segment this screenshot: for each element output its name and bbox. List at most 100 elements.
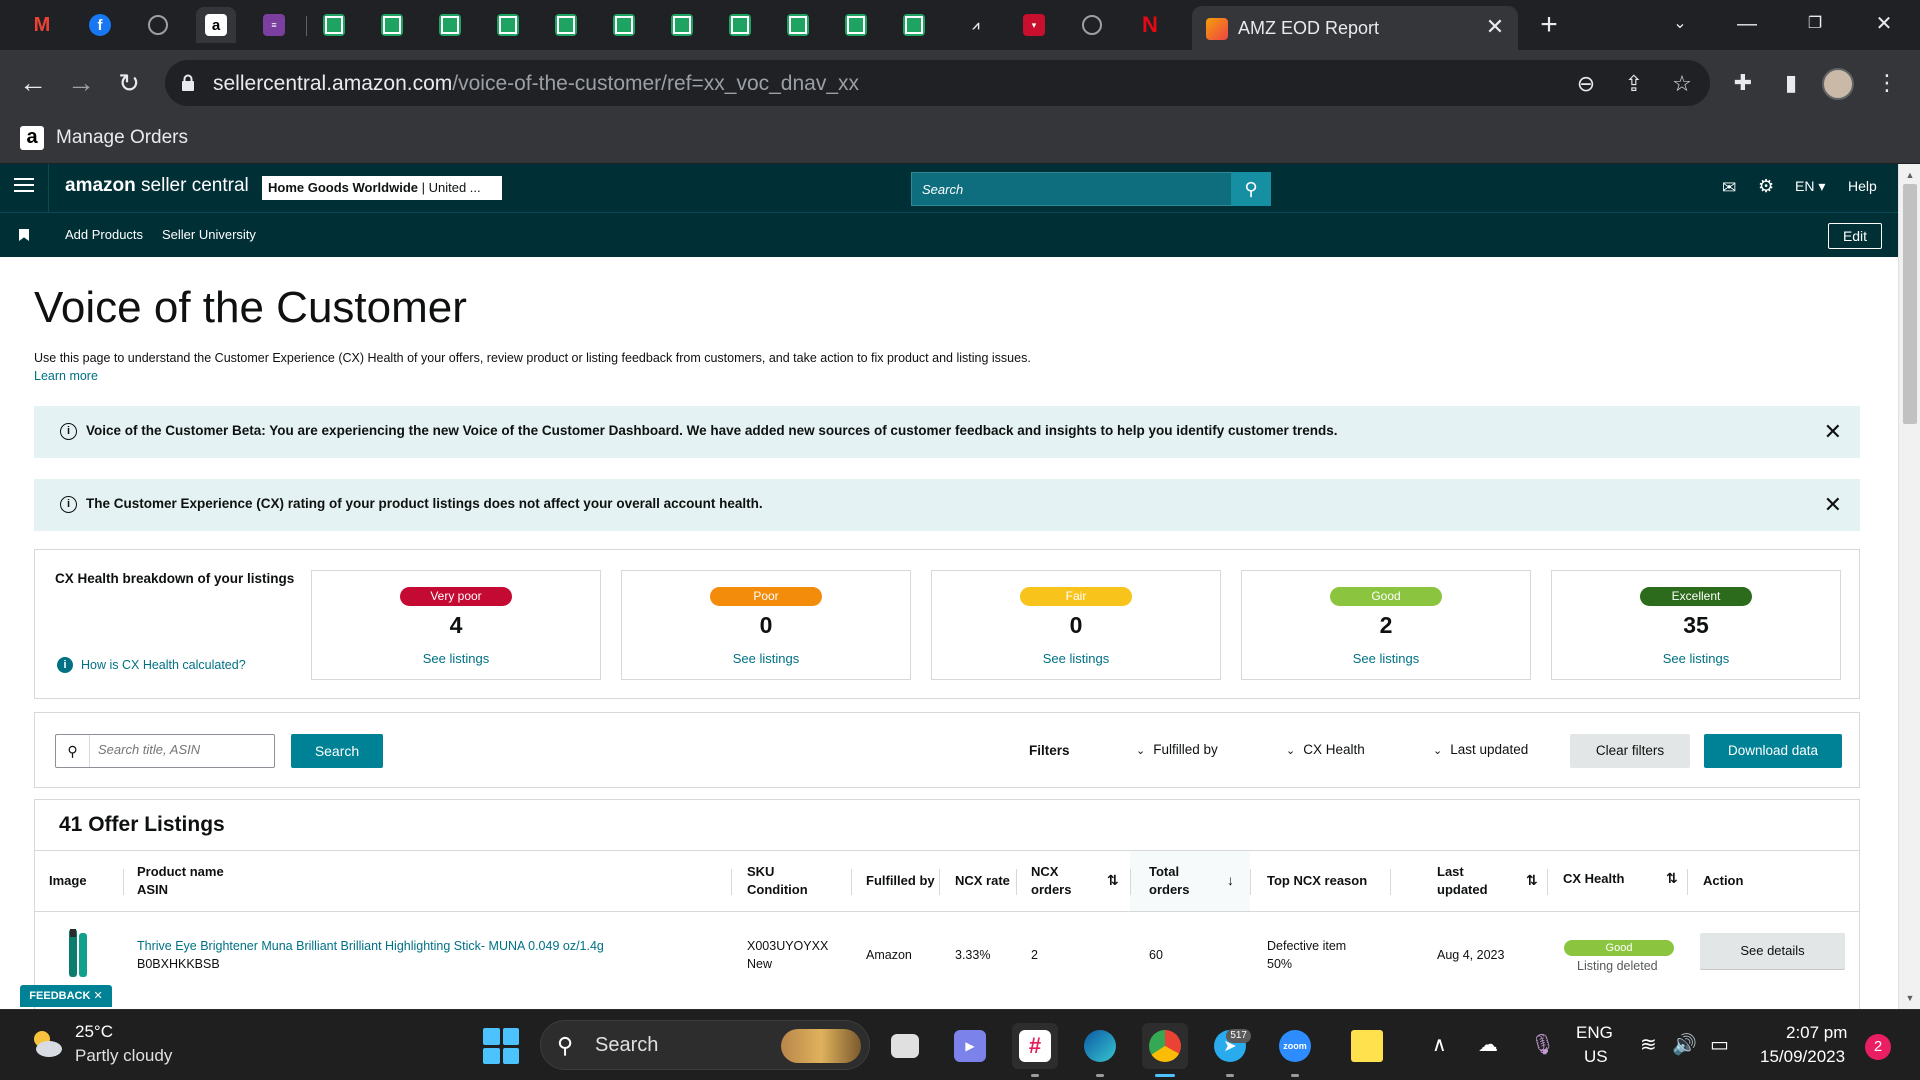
clock-date[interactable]: 15/09/2023 xyxy=(1760,1047,1845,1067)
learn-more-link[interactable]: Learn more xyxy=(34,369,98,383)
sheets-tab[interactable] xyxy=(720,7,760,43)
col-last-updated[interactable]: Last updated xyxy=(1437,863,1488,899)
amazon-tab[interactable]: a xyxy=(196,7,236,43)
profile-avatar[interactable] xyxy=(1822,68,1854,100)
volume-icon[interactable]: 🔊 xyxy=(1672,1032,1697,1057)
sticky-notes-app[interactable] xyxy=(1344,1023,1390,1069)
sheets-tab[interactable] xyxy=(836,7,876,43)
tab-search-icon[interactable]: ⌄ xyxy=(1660,6,1700,42)
forward-icon[interactable]: → xyxy=(64,66,98,100)
language-region[interactable]: US xyxy=(1584,1047,1608,1067)
language-selector[interactable]: EN ▾ xyxy=(1795,178,1825,195)
extensions-icon[interactable]: ✚ xyxy=(1726,66,1760,100)
page-scrollbar[interactable]: ▲ ▼ xyxy=(1898,164,1920,1009)
reload-icon[interactable]: ↻ xyxy=(112,66,146,100)
download-data-button[interactable]: Download data xyxy=(1704,734,1842,768)
see-listings-link[interactable]: See listings xyxy=(1242,651,1530,666)
scroll-up-icon[interactable]: ▲ xyxy=(1899,166,1920,184)
current-tab[interactable]: AMZ EOD Report ✕ xyxy=(1192,6,1518,50)
edge-app[interactable] xyxy=(1077,1023,1123,1069)
microphone-icon[interactable]: 🎙 xyxy=(1530,1032,1555,1057)
sort-desc-icon[interactable]: ↓ xyxy=(1227,872,1234,888)
sheets-tab[interactable] xyxy=(894,7,934,43)
globe-tab[interactable] xyxy=(138,7,178,43)
zoom-app[interactable]: zoom xyxy=(1272,1023,1318,1069)
close-icon[interactable]: ✕ xyxy=(1824,419,1842,445)
edit-nav-button[interactable]: Edit xyxy=(1828,223,1882,249)
scroll-down-icon[interactable]: ▼ xyxy=(1899,989,1920,1007)
header-search-input[interactable]: Search ⚲ xyxy=(911,172,1271,206)
gear-icon[interactable]: ⚙ xyxy=(1758,176,1774,197)
sheets-tab[interactable] xyxy=(546,7,586,43)
facebook-tab[interactable]: f xyxy=(80,7,120,43)
slack-app[interactable]: # xyxy=(1012,1023,1058,1069)
bookmark-icon[interactable] xyxy=(19,229,29,241)
address-bar[interactable]: sellercentral.amazon.com/voice-of-the-cu… xyxy=(165,60,1710,106)
sheets-tab[interactable] xyxy=(372,7,412,43)
sort-icon[interactable]: ⇅ xyxy=(1107,872,1119,889)
mail-icon[interactable]: ✉ xyxy=(1722,178,1736,198)
col-ncx-rate[interactable]: NCX rate xyxy=(955,872,1010,890)
notification-badge[interactable]: 2 xyxy=(1865,1034,1891,1060)
sort-icon[interactable]: ⇅ xyxy=(1666,870,1678,887)
battery-icon[interactable]: ▭ xyxy=(1710,1032,1729,1057)
col-cx-health[interactable]: CX Health xyxy=(1563,870,1624,888)
taskview-app[interactable] xyxy=(882,1023,928,1069)
chevron-up-icon[interactable]: ∧ xyxy=(1432,1032,1447,1057)
see-listings-link[interactable]: See listings xyxy=(932,651,1220,666)
partly-cloudy-icon[interactable] xyxy=(28,1026,64,1060)
clock-time[interactable]: 2:07 pm xyxy=(1786,1023,1847,1043)
app-tab[interactable]: ▾ xyxy=(1014,7,1054,43)
chrome-app[interactable] xyxy=(1142,1023,1188,1069)
sheets-tab[interactable] xyxy=(604,7,644,43)
search-icon[interactable]: ⚲ xyxy=(1231,172,1271,206)
last-updated-dropdown[interactable]: ⌄ Last updated xyxy=(1433,742,1528,757)
listing-search-field[interactable]: ⚲ xyxy=(55,734,275,768)
product-name-link[interactable]: Thrive Eye Brightener Muna Brilliant Bri… xyxy=(137,937,604,955)
col-sku[interactable]: SKU Condition xyxy=(747,863,808,899)
col-product-name[interactable]: Product name ASIN xyxy=(137,863,224,899)
restore-icon[interactable]: ❐ xyxy=(1795,6,1835,42)
col-top-ncx-reason[interactable]: Top NCX reason xyxy=(1267,872,1367,890)
telegram-app[interactable]: ➤ 517 xyxy=(1207,1023,1253,1069)
close-icon[interactable]: ✕ xyxy=(1824,492,1842,518)
col-ncx-orders[interactable]: NCX orders xyxy=(1031,863,1071,899)
cx-health-dropdown[interactable]: ⌄ CX Health xyxy=(1286,742,1365,757)
clear-filters-button[interactable]: Clear filters xyxy=(1570,734,1690,768)
taskbar-search[interactable]: ⚲ Search xyxy=(540,1020,870,1070)
sheets-tab[interactable] xyxy=(778,7,818,43)
close-tab-icon[interactable]: ✕ xyxy=(1482,14,1508,40)
see-listings-link[interactable]: See listings xyxy=(312,651,600,666)
minimize-icon[interactable]: — xyxy=(1727,6,1767,42)
hamburger-menu-icon[interactable] xyxy=(14,178,34,196)
app-tab[interactable]: ≡ xyxy=(254,7,294,43)
sheets-tab[interactable] xyxy=(430,7,470,43)
nav-add-products[interactable]: Add Products xyxy=(65,227,143,242)
sheets-tab[interactable] xyxy=(488,7,528,43)
feedback-tab[interactable]: FEEDBACK ✕ xyxy=(20,985,112,1007)
col-fulfilled-by[interactable]: Fulfilled by xyxy=(866,872,935,890)
nav-seller-university[interactable]: Seller University xyxy=(162,227,256,242)
globe-tab[interactable] xyxy=(1072,7,1112,43)
sheets-tab[interactable] xyxy=(662,7,702,43)
zoom-icon[interactable]: ⊖ xyxy=(1572,70,1600,98)
side-panel-icon[interactable]: ▮ xyxy=(1774,66,1808,100)
fulfilled-by-dropdown[interactable]: ⌄ Fulfilled by xyxy=(1136,742,1218,757)
netflix-tab[interactable]: N xyxy=(1130,7,1170,43)
search-button[interactable]: Search xyxy=(291,734,383,768)
share-icon[interactable]: ⇪ xyxy=(1620,70,1648,98)
chart-tab[interactable]: ⩘ xyxy=(956,7,996,43)
sheets-tab[interactable] xyxy=(314,7,354,43)
gmail-tab[interactable]: M xyxy=(22,7,62,43)
back-icon[interactable]: ← xyxy=(16,66,50,100)
onedrive-icon[interactable]: ☁ xyxy=(1478,1032,1498,1057)
product-thumbnail[interactable] xyxy=(65,927,91,979)
see-listings-link[interactable]: See listings xyxy=(622,651,910,666)
seller-central-logo[interactable]: amazon seller central xyxy=(65,175,249,197)
new-tab-icon[interactable]: + xyxy=(1532,8,1566,42)
col-total-orders[interactable]: Total orders xyxy=(1149,863,1189,899)
start-button[interactable] xyxy=(483,1028,519,1064)
scrollbar-thumb[interactable] xyxy=(1903,184,1917,424)
see-details-button[interactable]: See details xyxy=(1700,933,1845,969)
menu-kebab-icon[interactable]: ⋮ xyxy=(1870,66,1904,100)
